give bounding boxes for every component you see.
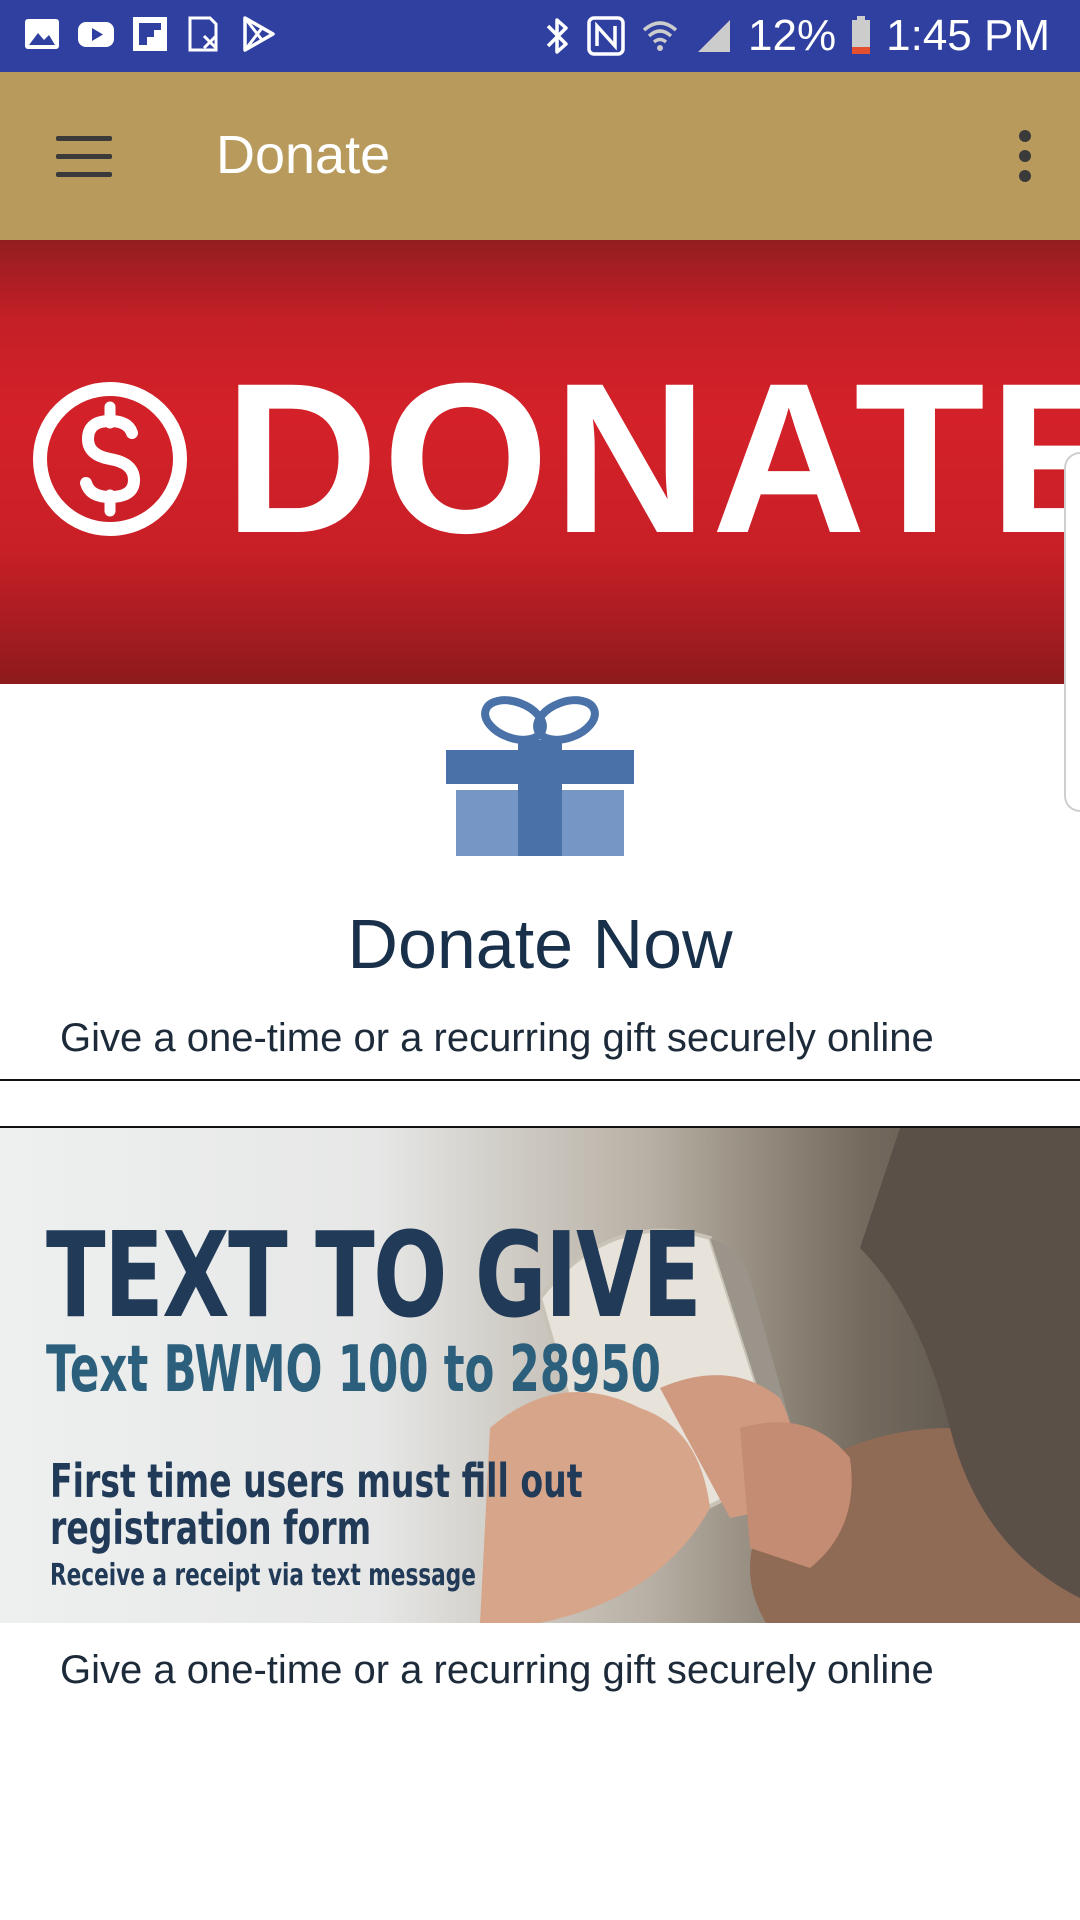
youtube-icon	[78, 22, 114, 47]
donate-now-description: Give a one-time or a recurring gift secu…	[60, 1016, 934, 1060]
text-to-give-note-line2: registration form	[50, 1500, 372, 1555]
wifi-icon	[642, 21, 678, 51]
clock: 1:45 PM	[886, 11, 1050, 60]
donate-banner[interactable]: DONATE	[0, 240, 1080, 684]
edge-panel-handle[interactable]	[1064, 452, 1080, 812]
app-bar: Donate	[0, 72, 1080, 240]
text-to-give-receipt-note: Receive a receipt via text message	[50, 1558, 476, 1593]
status-bar-system: 12% 1:45 PM	[544, 0, 1050, 72]
menu-button[interactable]	[40, 122, 130, 192]
gift-icon[interactable]	[446, 696, 634, 856]
flipboard-icon	[133, 17, 167, 51]
banner-donate-text: DONATE	[224, 339, 1080, 578]
battery-percent: 12%	[748, 11, 837, 60]
nfc-icon	[587, 16, 625, 56]
bluetooth-icon	[546, 18, 568, 54]
status-bar-notifications	[22, 14, 278, 54]
dollar-coin-icon	[33, 382, 187, 536]
play-store-icon	[243, 16, 275, 52]
text-to-give-note: First time users must fill out registrat…	[50, 1458, 583, 1552]
text-to-give-banner[interactable]: TEXT TO GIVE Text BWMO 100 to 28950 Firs…	[0, 1128, 1080, 1623]
section-divider	[0, 1079, 1080, 1081]
signal-icon	[698, 20, 731, 52]
text-to-give-note-line1: First time users must fill out	[50, 1454, 583, 1508]
donate-now-heading[interactable]: Donate Now	[0, 904, 1080, 984]
gallery-icon	[25, 19, 59, 49]
page-title: Donate	[216, 125, 391, 185]
battery-icon	[852, 16, 871, 54]
text-to-give-headline: TEXT TO GIVE	[46, 1206, 702, 1344]
text-to-give-instruction: Text BWMO 100 to 28950	[46, 1333, 661, 1407]
text-to-give-description: Give a one-time or a recurring gift secu…	[60, 1648, 934, 1692]
more-options-button[interactable]	[994, 116, 1054, 196]
sim-icon	[188, 16, 218, 52]
status-bar: 12% 1:45 PM	[0, 0, 1080, 72]
